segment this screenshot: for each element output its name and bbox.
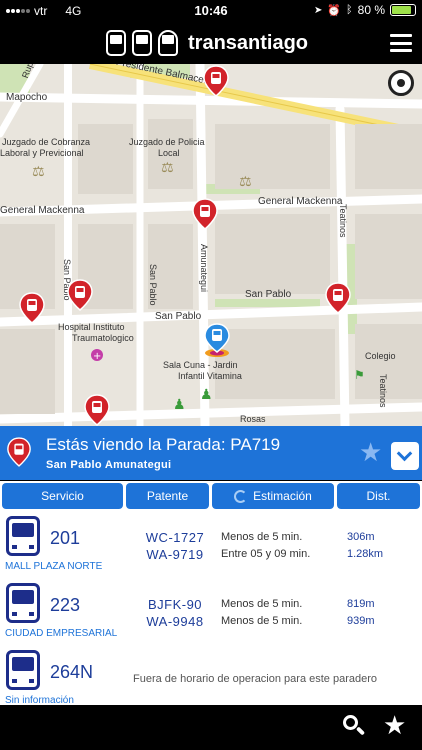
distance: 306m	[347, 531, 375, 543]
plate-number: BJFK-90	[147, 597, 203, 612]
bus-stop-pin-icon[interactable]	[18, 291, 46, 325]
place-label: Infantil Vitamina	[178, 371, 242, 381]
place-label: Local	[158, 148, 180, 158]
place-label: Hospital Instituto	[58, 322, 125, 332]
favorites-star-icon[interactable]: ★	[383, 711, 406, 739]
street-label: Amunategui	[199, 244, 209, 293]
bus-logo-icon	[132, 30, 152, 56]
app-logo: transantiago	[106, 30, 308, 56]
table-header: Servicio Patente Estimación Dist.	[0, 481, 422, 511]
plate-number: WC-1727	[145, 530, 205, 545]
distance: 939m	[347, 615, 375, 627]
svg-text:+: +	[93, 351, 101, 362]
column-patente[interactable]: Patente	[126, 483, 209, 509]
bus-stop-pin-icon[interactable]	[83, 393, 111, 426]
route-number: 223	[50, 595, 81, 615]
street-label: Teatinos	[378, 374, 388, 408]
battery-percent: 80 %	[357, 3, 385, 17]
status-bar: vtr 4G 10:46 ➤ ⏰ ᛒ 80 %	[0, 0, 422, 22]
street-label: San Pablo	[245, 289, 292, 300]
bus-stop-pin-icon[interactable]	[202, 64, 230, 98]
street-label: Rosas	[240, 414, 266, 424]
svg-text:⚖: ⚖	[239, 174, 252, 190]
hamburger-menu-button[interactable]	[390, 34, 412, 52]
bluetooth-icon: ᛒ	[346, 4, 353, 16]
street-label: San Pablo	[155, 311, 202, 322]
search-icon[interactable]	[343, 715, 366, 736]
arrival-estimate: Entre 05 y 09 min.	[221, 548, 311, 560]
table-row[interactable]: 223 CIUDAD EMPRESARIAL BJFK-90 WA-9948 M…	[0, 578, 422, 645]
selected-stop-pin-icon[interactable]	[202, 322, 232, 358]
location-arrow-icon: ➤	[313, 4, 323, 16]
plate-number: WA-9948	[146, 614, 204, 629]
bus-icon	[6, 583, 40, 623]
place-label: Laboral y Previcional	[0, 148, 84, 158]
svg-text:♟: ♟	[173, 397, 186, 413]
arrival-estimate: Menos de 5 min.	[221, 598, 303, 610]
bus-stop-pin-icon	[7, 437, 31, 467]
map-view[interactable]: + ♟ ♟ ⚑ ⚖ ⚖ ⚖ Presidente Balmaceda Mapoc…	[0, 64, 422, 426]
app-header: transantiago	[0, 22, 422, 64]
distance: 819m	[347, 598, 375, 610]
table-row[interactable]: 201 MALL PLAZA NORTE WC-1727 WA-9719 Men…	[0, 511, 422, 578]
column-estimacion[interactable]: Estimación	[212, 483, 334, 509]
app-name: transantiago	[188, 31, 309, 54]
place-label: Traumatologico	[72, 333, 134, 343]
svg-text:⚖: ⚖	[32, 164, 45, 180]
svg-text:♟: ♟	[200, 387, 213, 403]
table-row[interactable]: 264N Sin información Fuera de horario de…	[0, 645, 422, 705]
gps-locate-icon[interactable]	[388, 70, 414, 96]
place-label: Sala Cuna - Jardin	[163, 360, 238, 370]
route-destination: CIUDAD EMPRESARIAL	[5, 628, 118, 639]
bus-icon	[6, 650, 40, 690]
arrivals-list: 201 MALL PLAZA NORTE WC-1727 WA-9719 Men…	[0, 511, 422, 705]
refresh-icon[interactable]	[234, 489, 248, 503]
street-label: Teatinos	[338, 204, 348, 238]
arrival-estimate: Menos de 5 min.	[221, 615, 303, 627]
place-label: Juzgado de Policia	[129, 137, 205, 147]
bus-logo-icon	[106, 30, 126, 56]
plate-number: WA-9719	[146, 547, 204, 562]
bus-logo-icon	[158, 30, 178, 56]
bus-icon	[6, 516, 40, 556]
alarm-icon: ⏰	[327, 4, 342, 17]
route-destination: MALL PLAZA NORTE	[5, 561, 103, 572]
column-servicio[interactable]: Servicio	[2, 483, 123, 509]
svg-text:⚑: ⚑	[354, 368, 365, 382]
bus-stop-pin-icon[interactable]	[324, 281, 352, 315]
arrival-estimate: Menos de 5 min.	[221, 531, 303, 543]
bottom-toolbar: ★	[0, 705, 422, 750]
street-label: Mapocho	[6, 92, 48, 103]
route-destination: Sin información	[5, 695, 74, 705]
route-number: 264N	[50, 662, 94, 682]
stop-subtitle: San Pablo Amunategui	[46, 459, 172, 471]
bus-stop-pin-icon[interactable]	[66, 278, 94, 312]
street-label: General Mackenna	[258, 196, 343, 207]
street-label: General Mackenna	[0, 205, 85, 216]
status-message: Fuera de horario de operacion para este …	[133, 673, 377, 685]
place-label: Juzgado de Cobranza	[2, 137, 91, 147]
street-label: San Pablo	[148, 264, 158, 306]
bus-stop-pin-icon[interactable]	[191, 197, 219, 231]
battery-icon	[390, 4, 416, 16]
chevron-down-icon[interactable]	[391, 442, 419, 470]
stop-info-bar: Estás viendo la Parada: PA719 San Pablo …	[0, 426, 422, 480]
distance: 1.28km	[347, 548, 384, 560]
svg-text:⚖: ⚖	[161, 160, 174, 176]
place-label: Colegio	[365, 351, 396, 361]
route-number: 201	[50, 528, 81, 548]
column-dist[interactable]: Dist.	[337, 483, 420, 509]
stop-title: Estás viendo la Parada: PA719	[46, 435, 281, 454]
favorite-star-icon[interactable]: ★	[359, 439, 382, 465]
